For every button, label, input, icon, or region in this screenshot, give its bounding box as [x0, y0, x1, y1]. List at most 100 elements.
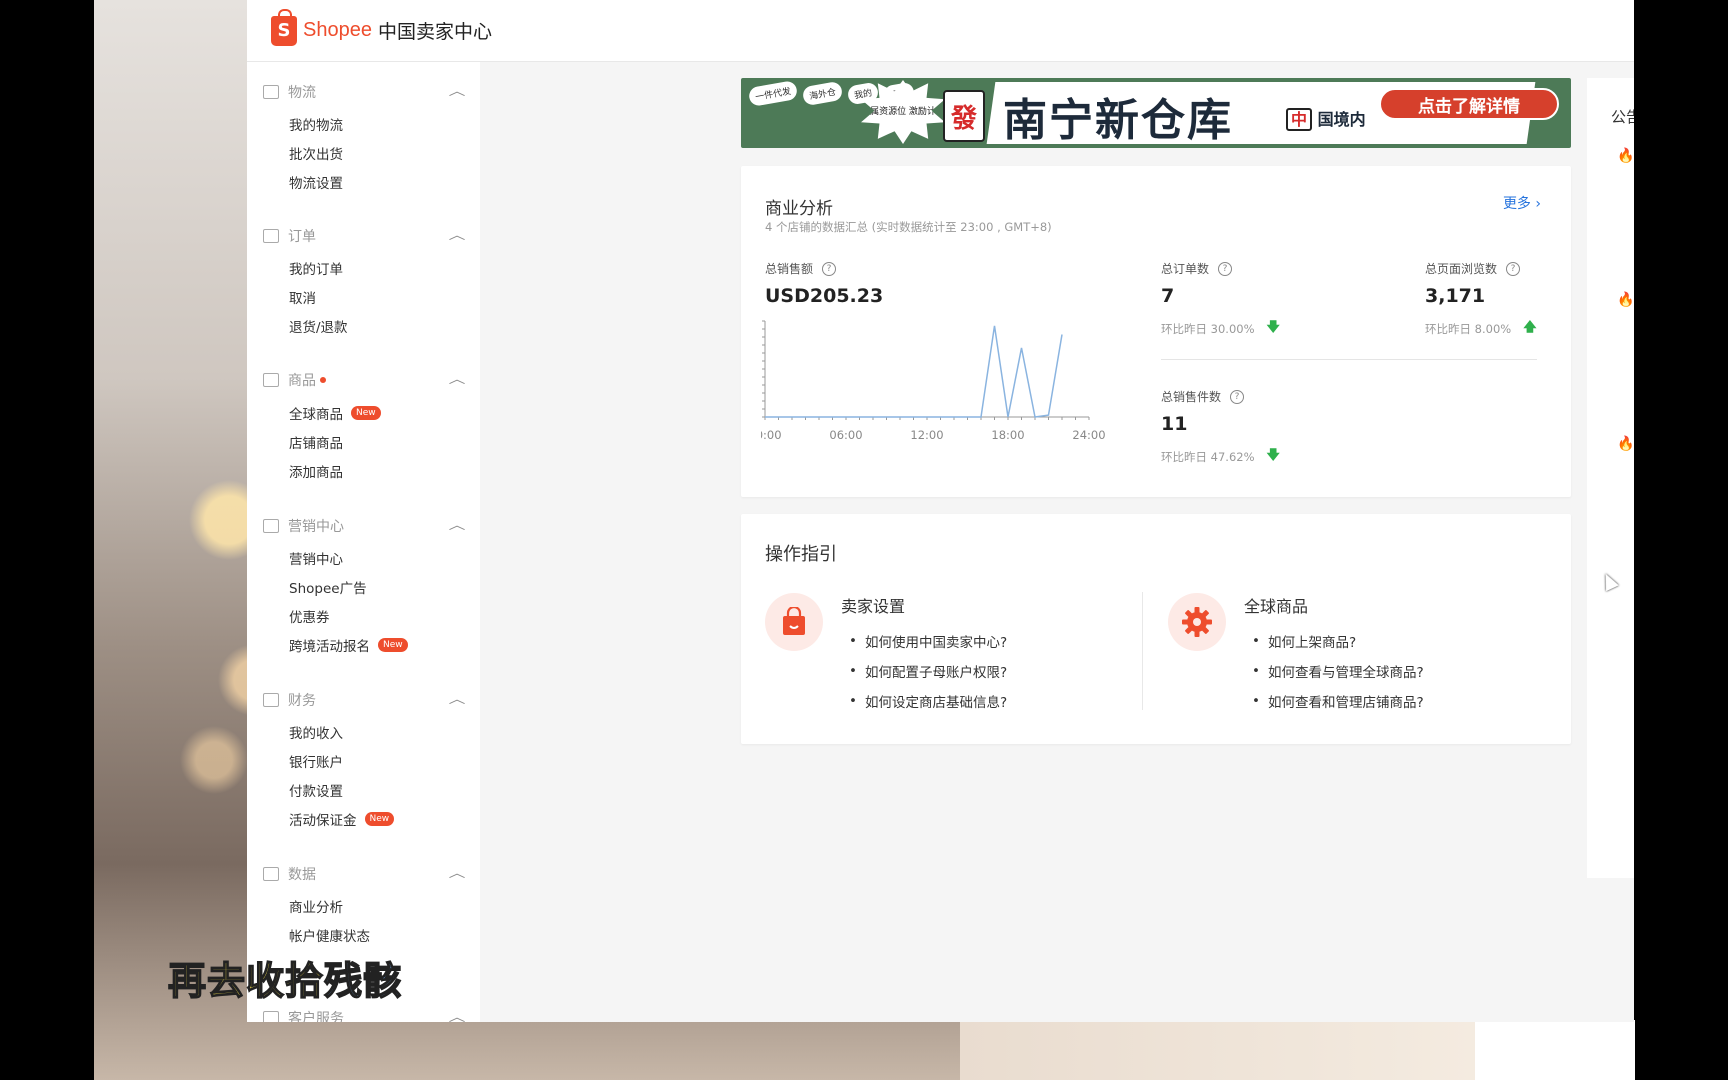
- sidebar-item-vouchers[interactable]: 优惠券: [289, 606, 330, 626]
- sales-series-line: [765, 325, 1063, 418]
- sidebar-item-campaign-deposit[interactable]: 活动保证金 New: [289, 809, 395, 829]
- fire-icon: 🔥: [1617, 292, 1634, 308]
- banner-cta-button[interactable]: 点击了解详情: [1379, 88, 1559, 120]
- metrics-divider: [1161, 359, 1537, 360]
- total-orders-compare: 环比昨日 30.00% 🡇: [1161, 318, 1280, 340]
- total-sales-value: USD205.23: [765, 285, 884, 307]
- sidebar-item-add-product[interactable]: 添加商品: [289, 461, 343, 481]
- guide-heading: 全球商品: [1244, 597, 1309, 616]
- sidebar-item-global-products[interactable]: 全球商品 New: [289, 403, 381, 423]
- chart-x-tick-label: 12:00: [910, 428, 943, 442]
- sidebar-item-my-income[interactable]: 我的收入: [289, 722, 343, 742]
- sidebar-section-orders[interactable]: 订单 ︿: [263, 226, 466, 246]
- video-caption: 再去收拾残骸: [167, 958, 403, 1004]
- banner-subtext: 中 国境内: [1286, 106, 1366, 131]
- tag-icon: [263, 519, 279, 533]
- sidebar-item-shop-products[interactable]: 店铺商品: [289, 432, 343, 452]
- sidebar-item-shopee-ads[interactable]: Shopee广告: [289, 577, 367, 597]
- page-views-compare: 环比昨日 8.00% 🡅: [1425, 318, 1537, 340]
- sidebar-item-logistics-settings[interactable]: 物流设置: [289, 172, 343, 192]
- total-orders-value: 7: [1161, 285, 1175, 307]
- sidebar-item-my-logistics[interactable]: 我的物流: [289, 114, 343, 134]
- banner-headline: 南宁新仓库: [1003, 95, 1233, 146]
- chevron-up-icon[interactable]: ︿: [449, 864, 466, 881]
- fire-icon: 🔥: [1617, 436, 1634, 452]
- arrow-down-icon: 🡇: [1266, 448, 1280, 463]
- sidebar-section-logistics[interactable]: 物流 ︿: [263, 82, 466, 102]
- help-icon[interactable]: ?: [822, 261, 837, 276]
- guide-link[interactable]: 如何上架商品?: [1252, 626, 1424, 656]
- sidebar-item-bank-account[interactable]: 银行账户: [289, 751, 343, 771]
- new-badge: New: [378, 638, 408, 652]
- product-box-icon: [263, 373, 279, 387]
- page-views-label: 总页面浏览数 ?: [1425, 260, 1521, 277]
- fire-icon: 🔥: [1617, 148, 1634, 164]
- notification-dot: [320, 377, 326, 383]
- sidebar-item-campaign-signup[interactable]: 跨境活动报名 New: [289, 635, 408, 655]
- units-sold-compare: 环比昨日 47.62% 🡇: [1161, 446, 1280, 468]
- chevron-up-icon[interactable]: ︿: [449, 370, 466, 387]
- chevron-up-icon[interactable]: ︿: [449, 516, 466, 533]
- sidebar-section-data[interactable]: 数据 ︿: [263, 864, 466, 884]
- operation-guide-card: 操作指引 卖家设置 如何使用中国卖家中心? 如何配置子母账户权限? 如何设定商店…: [741, 514, 1571, 744]
- total-orders-label: 总订单数 ?: [1161, 260, 1233, 277]
- units-sold-label: 总销售件数 ?: [1161, 388, 1245, 405]
- chevron-up-icon[interactable]: ︿: [449, 226, 466, 243]
- chevron-up-icon[interactable]: ︿: [449, 690, 466, 707]
- sidebar-item-marketing-center[interactable]: 营销中心: [289, 548, 343, 568]
- guide-heading: 卖家设置: [841, 597, 906, 616]
- guide-link[interactable]: 如何使用中国卖家中心?: [849, 626, 1007, 656]
- total-sales-label: 总销售额 ?: [765, 260, 837, 277]
- chevron-right-icon: ›: [1535, 196, 1541, 212]
- operation-guide-title: 操作指引: [765, 544, 837, 565]
- sidebar-section-marketing[interactable]: 营销中心 ︿: [263, 516, 466, 536]
- guide-column-divider: [1142, 592, 1143, 710]
- sidebar-item-cancel[interactable]: 取消: [289, 287, 316, 307]
- clipboard-icon: [263, 229, 279, 243]
- gear-icon: [1168, 593, 1226, 651]
- sidebar-item-returns[interactable]: 退货/退款: [289, 316, 348, 336]
- sidebar: 物流 ︿ 我的物流 批次出货 物流设置 订单 ︿ 我的订单 取消 退货/退款 商…: [247, 62, 480, 1022]
- promo-banner[interactable]: 一件代发 海外仓 我的 报价 专属资源位 激励计划 發 南宁新仓库 中 国境内 …: [741, 78, 1571, 148]
- sidebar-item-account-health[interactable]: 帐户健康状态: [289, 925, 370, 945]
- guide-link[interactable]: 如何配置子母账户权限?: [849, 656, 1007, 686]
- units-sold-value: 11: [1161, 413, 1188, 435]
- chevron-up-icon[interactable]: ︿: [449, 1008, 466, 1022]
- chart-x-tick-label: 24:00: [1072, 428, 1105, 442]
- guide-link[interactable]: 如何查看和管理店铺商品?: [1252, 686, 1424, 716]
- guide-link[interactable]: 如何查看与管理全球商品?: [1252, 656, 1424, 686]
- chart-x-tick-label: 18:00: [991, 428, 1024, 442]
- arrow-down-icon: 🡇: [1266, 320, 1280, 335]
- help-icon[interactable]: ?: [1218, 261, 1233, 276]
- announcements-panel: 公告 🔥 🔥 🔥: [1587, 78, 1634, 878]
- sidebar-section-finance[interactable]: 财务 ︿: [263, 690, 466, 710]
- banner-tag: 一件代发: [747, 79, 799, 108]
- shopping-bag-icon: [765, 593, 823, 651]
- help-icon[interactable]: ?: [1506, 261, 1521, 276]
- shopee-logo-icon[interactable]: S: [271, 8, 297, 46]
- chart-x-tick-label: 06:00: [829, 428, 862, 442]
- sidebar-item-my-orders[interactable]: 我的订单: [289, 258, 343, 278]
- sidebar-item-business-insights[interactable]: 商业分析: [289, 896, 343, 916]
- background-white-strip: [1475, 1020, 1635, 1080]
- chevron-up-icon[interactable]: ︿: [449, 82, 466, 99]
- brand-name[interactable]: Shopee: [303, 19, 372, 42]
- line-chart-icon: [263, 867, 279, 881]
- seller-center-window: S Shopee 中国卖家中心 物流 ︿ 我的物流 批次出货 物流设置 订单 ︿…: [247, 0, 1634, 1022]
- guide-link[interactable]: 如何设定商店基础信息?: [849, 686, 1007, 716]
- mahjong-tile-icon: 發: [943, 90, 985, 142]
- more-link[interactable]: 更多 ›: [1503, 193, 1541, 213]
- sidebar-item-payment-settings[interactable]: 付款设置: [289, 780, 343, 800]
- truck-icon: [263, 85, 279, 99]
- announcements-title: 公告: [1611, 108, 1634, 126]
- wallet-icon: [263, 693, 279, 707]
- new-badge: New: [351, 406, 381, 420]
- sidebar-item-batch-shipping[interactable]: 批次出货: [289, 143, 343, 163]
- sidebar-section-products[interactable]: 商品 ︿: [263, 370, 466, 390]
- sidebar-section-customer-service[interactable]: 客户服务 ︿: [263, 1008, 466, 1022]
- sales-line-chart: 00:00 06:00 12:00 18:00 24:00: [761, 320, 1106, 442]
- top-bar: S Shopee 中国卖家中心: [247, 0, 1634, 62]
- help-icon[interactable]: ?: [1230, 389, 1245, 404]
- chart-x-tick-label: 00:00: [761, 428, 782, 442]
- business-analysis-title: 商业分析: [765, 199, 833, 219]
